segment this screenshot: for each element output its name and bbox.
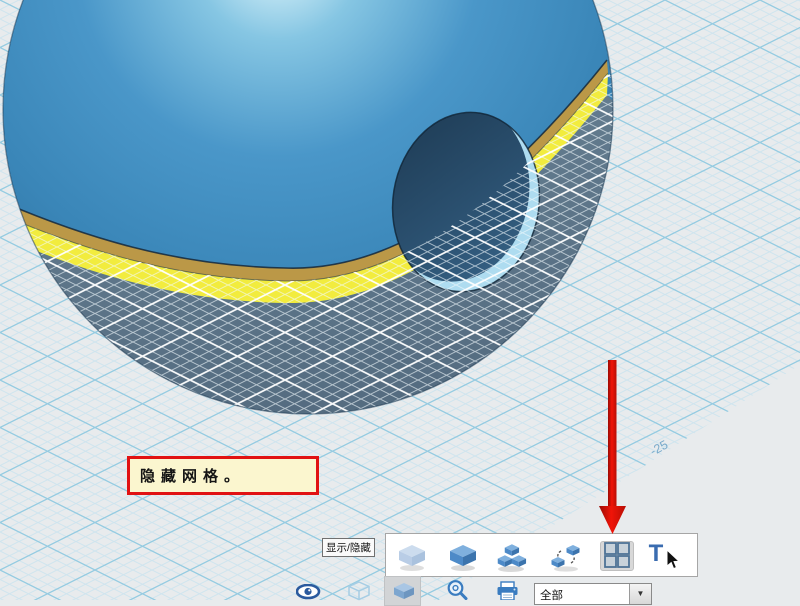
- show-hide-tooltip: 显示/隐藏: [322, 538, 375, 557]
- eye-icon: [297, 585, 319, 598]
- hide-grid-callout: 隐藏网格。: [127, 456, 319, 495]
- cube-pattern-icon: [552, 545, 580, 572]
- wireframe-view-button[interactable]: [347, 581, 371, 601]
- zoom-button[interactable]: [446, 580, 470, 600]
- eye-visibility-button[interactable]: [296, 584, 321, 600]
- cube-pattern-button[interactable]: [548, 539, 584, 575]
- mouse-cursor-icon: [666, 550, 682, 572]
- solid-view-button[interactable]: [392, 582, 416, 600]
- filter-dropdown-value: 全部: [535, 584, 629, 604]
- printer-icon: [498, 582, 518, 600]
- cube-group-icon: [498, 544, 526, 572]
- zoom-magnifier-icon: [449, 581, 466, 598]
- cube-group-button[interactable]: [493, 539, 529, 575]
- print-button[interactable]: [496, 581, 520, 600]
- grid-icon: [605, 543, 629, 567]
- translucent-cube-icon: [399, 545, 425, 571]
- solid-box-icon: [394, 583, 414, 599]
- grid-toggle-button[interactable]: [600, 539, 636, 575]
- show-hide-tooltip-text: 显示/隐藏: [326, 542, 371, 554]
- solid-cube-button[interactable]: [445, 539, 481, 575]
- hide-grid-callout-text: 隐藏网格。: [140, 465, 245, 486]
- text-tool-glyph: T: [649, 540, 664, 567]
- translucent-cube-button[interactable]: [394, 539, 430, 575]
- visibility-toolbar-panel: T: [385, 533, 698, 577]
- solid-cube-icon: [450, 545, 476, 571]
- dropdown-arrow-icon[interactable]: ▼: [629, 584, 651, 604]
- filter-dropdown[interactable]: 全部 ▼: [534, 583, 652, 605]
- viewport-3d-scene: [0, 0, 800, 600]
- wireframe-box-icon: [349, 582, 369, 600]
- cad-viewport: { "annotation": { "text": "隐藏网格。" }, "gr…: [0, 0, 800, 600]
